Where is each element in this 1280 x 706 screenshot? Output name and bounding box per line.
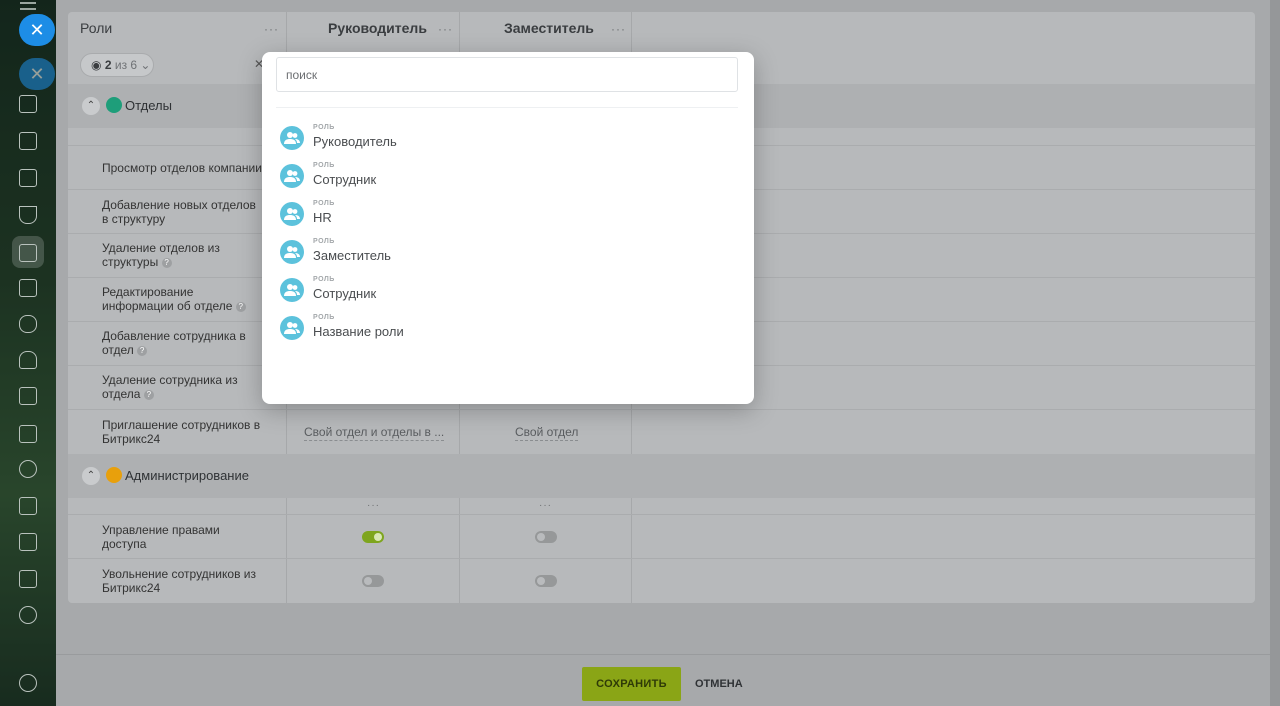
users-icon bbox=[280, 278, 304, 302]
save-button[interactable]: СОХРАНИТЬ bbox=[582, 667, 681, 701]
users-icon bbox=[280, 240, 304, 264]
role-name: Заместитель bbox=[313, 248, 391, 263]
role-name: Название роли bbox=[313, 324, 404, 339]
chevron-up-icon[interactable]: ⌃ bbox=[82, 467, 100, 485]
administration-icon bbox=[106, 467, 122, 483]
column-dots[interactable]: ··· bbox=[367, 500, 380, 511]
documents-icon[interactable] bbox=[19, 169, 37, 187]
mail-icon[interactable] bbox=[19, 570, 37, 588]
permission-label: Управление правами доступа bbox=[102, 523, 220, 551]
role-caption: РОЛЬ bbox=[313, 238, 335, 245]
column-title-0: Руководитель bbox=[328, 20, 427, 36]
permission-label: Добавление новых отделов в структуру bbox=[102, 198, 256, 226]
role-caption: РОЛЬ bbox=[313, 124, 335, 131]
store-icon[interactable] bbox=[19, 533, 37, 551]
permission-label: Приглашение сотрудников в Битрикс24 bbox=[102, 418, 261, 446]
file-icon[interactable] bbox=[19, 497, 37, 515]
drive-icon[interactable] bbox=[19, 132, 37, 150]
permission-value[interactable]: Свой отдел bbox=[515, 425, 579, 441]
settings-icon[interactable] bbox=[19, 674, 37, 692]
permission-label: Удаление отделов из структуры bbox=[102, 241, 220, 269]
eye-icon: ◉ bbox=[91, 58, 102, 72]
permission-toggle[interactable] bbox=[535, 575, 557, 587]
help-icon[interactable]: ? bbox=[235, 301, 246, 312]
goals-icon[interactable] bbox=[19, 460, 37, 478]
permission-label: Просмотр отделов компании bbox=[102, 161, 262, 175]
close-previous-slider-button[interactable]: ✕ bbox=[19, 58, 55, 90]
permission-label: Удаление сотрудника из отдела bbox=[102, 373, 238, 401]
roles-header: Роли bbox=[80, 20, 113, 36]
users-icon bbox=[280, 164, 304, 188]
permission-label: Добавление сотрудника в отдел bbox=[102, 329, 246, 357]
role-caption: РОЛЬ bbox=[313, 314, 335, 321]
contacts-icon[interactable] bbox=[19, 606, 37, 624]
role-name: Сотрудник bbox=[313, 172, 377, 187]
list-item[interactable]: РОЛЬ Сотрудник bbox=[276, 276, 716, 310]
footer-bar: СОХРАНИТЬ ОТМЕНА bbox=[56, 654, 1270, 706]
scrollbar[interactable] bbox=[1270, 0, 1280, 706]
chevron-down-icon: ⌄ bbox=[140, 58, 151, 72]
menu-icon[interactable] bbox=[20, 2, 36, 10]
role-select-popup: РОЛЬ Руководитель РОЛЬ Сотрудник РОЛЬ HR… bbox=[262, 52, 754, 404]
permission-label: Увольнение сотрудников из Битрикс24 bbox=[102, 567, 256, 595]
role-filter-chip[interactable]: ◉ 2 из 6 ⌄ bbox=[80, 53, 154, 77]
section-administration: ⌃ Администрирование bbox=[68, 454, 1255, 498]
role-caption: РОЛЬ bbox=[313, 200, 335, 207]
list-item[interactable]: РОЛЬ Заместитель bbox=[276, 238, 716, 272]
tasks-icon[interactable] bbox=[19, 95, 37, 113]
column-title-1: Заместитель bbox=[504, 20, 594, 36]
section-label: Отделы bbox=[125, 98, 172, 113]
permission-value[interactable]: Свой отдел и отделы в ... bbox=[304, 425, 445, 441]
help-icon[interactable]: ? bbox=[137, 345, 148, 356]
filter-count: 2 bbox=[104, 58, 112, 72]
divider bbox=[276, 107, 738, 108]
table-row: Приглашение сотрудников в Битрикс24 Свой… bbox=[68, 409, 1255, 453]
filter-total: из 6 bbox=[114, 58, 138, 72]
chat-icon[interactable] bbox=[19, 315, 37, 333]
filter-icon[interactable] bbox=[19, 206, 37, 224]
users-icon bbox=[280, 202, 304, 226]
help-icon[interactable]: ? bbox=[161, 257, 172, 268]
column-menu-dots-1[interactable]: ··· bbox=[611, 22, 626, 36]
chevron-up-icon[interactable]: ⌃ bbox=[82, 97, 100, 115]
cancel-button[interactable]: ОТМЕНА bbox=[695, 667, 743, 701]
role-name: Сотрудник bbox=[313, 286, 377, 301]
robot-icon[interactable] bbox=[19, 351, 37, 369]
company-icon[interactable] bbox=[19, 244, 37, 262]
permission-toggle[interactable] bbox=[362, 531, 384, 543]
role-name: HR bbox=[313, 210, 332, 225]
list-item[interactable]: РОЛЬ HR bbox=[276, 200, 716, 234]
permission-toggle[interactable] bbox=[362, 575, 384, 587]
column-dots[interactable]: ··· bbox=[539, 500, 552, 511]
permission-toggle[interactable] bbox=[535, 531, 557, 543]
schedule-icon[interactable] bbox=[19, 425, 37, 443]
search-input[interactable] bbox=[276, 57, 738, 92]
users-icon bbox=[280, 316, 304, 340]
role-name: Руководитель bbox=[313, 134, 397, 149]
roles-menu-dots[interactable]: ··· bbox=[264, 22, 279, 36]
list-item[interactable]: РОЛЬ Название роли bbox=[276, 314, 716, 348]
close-slider-button[interactable]: ✕ bbox=[19, 14, 55, 46]
checklist-icon[interactable] bbox=[19, 279, 37, 297]
departments-icon bbox=[106, 97, 122, 113]
list-item[interactable]: РОЛЬ Руководитель bbox=[276, 124, 716, 158]
help-icon[interactable]: ? bbox=[143, 389, 154, 400]
calendar-icon[interactable] bbox=[19, 387, 37, 405]
column-menu-dots-0[interactable]: ··· bbox=[438, 22, 453, 36]
section-label: Администрирование bbox=[125, 468, 249, 483]
table-row: Управление правами доступа bbox=[68, 514, 1255, 558]
list-item[interactable]: РОЛЬ Сотрудник bbox=[276, 162, 716, 196]
permission-label: Редактирование информации об отделе bbox=[102, 285, 233, 313]
users-icon bbox=[280, 126, 304, 150]
role-caption: РОЛЬ bbox=[313, 276, 335, 283]
role-caption: РОЛЬ bbox=[313, 162, 335, 169]
table-row: Увольнение сотрудников из Битрикс24 bbox=[68, 558, 1255, 603]
